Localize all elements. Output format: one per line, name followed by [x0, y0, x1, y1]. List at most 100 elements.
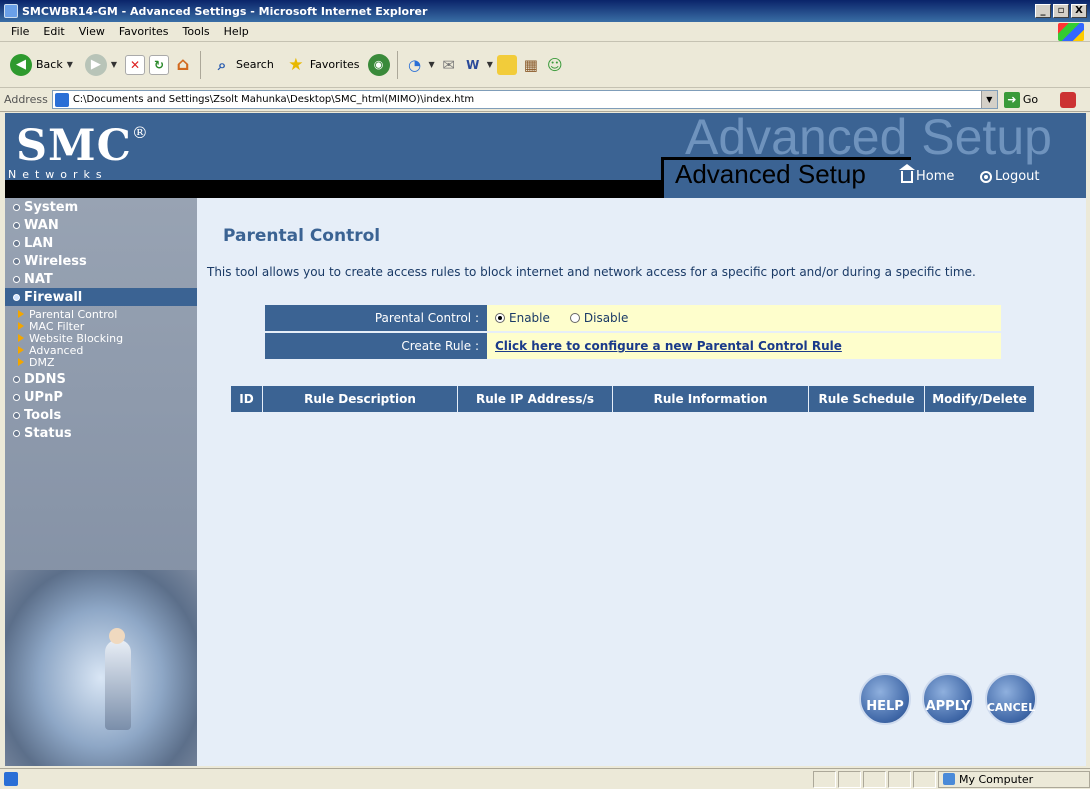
sidebar-subitem-mac-filter[interactable]: MAC Filter — [5, 320, 197, 333]
home-link[interactable]: Home — [899, 163, 955, 184]
bullet-icon — [13, 257, 20, 265]
folder-icon[interactable] — [496, 54, 517, 75]
menu-file[interactable]: File — [4, 25, 36, 38]
sidebar-subitem-advanced[interactable]: Advanced — [5, 344, 197, 357]
menu-favorites[interactable]: Favorites — [112, 25, 176, 38]
address-value: C:\Documents and Settings\Zsolt Mahunka\… — [72, 94, 475, 105]
computer-icon — [943, 773, 955, 785]
favorites-label: Favorites — [309, 58, 360, 71]
messenger-icon[interactable]: ☺ — [545, 55, 565, 75]
apply-button[interactable]: APPLY — [922, 673, 974, 725]
forward-dropdown-icon[interactable]: ▼ — [111, 60, 117, 69]
go-arrow-icon: ➜ — [1003, 91, 1020, 108]
rules-table-header: ID Rule Description Rule IP Address/s Ru… — [231, 386, 1034, 412]
sidebar-photo — [5, 570, 197, 766]
column-header-schedule: Rule Schedule — [809, 386, 925, 412]
bullet-icon — [13, 293, 20, 301]
bullet-icon — [13, 239, 20, 247]
sidebar-item-ddns[interactable]: DDNS — [5, 370, 197, 388]
edit-dropdown-icon[interactable]: ▼ — [487, 60, 493, 69]
search-button[interactable]: ⌕ Search — [208, 53, 278, 77]
sidebar-item-status[interactable]: Status — [5, 424, 197, 442]
zone-label: My Computer — [959, 772, 1034, 786]
search-icon: ⌕ — [217, 55, 227, 74]
smc-logo: SMC® — [16, 121, 149, 171]
cancel-button[interactable]: CANCEL — [985, 673, 1037, 725]
parental-control-label: Parental Control : — [265, 305, 487, 331]
history-dropdown-icon[interactable]: ▼ — [429, 60, 435, 69]
address-bar: Address C:\Documents and Settings\Zsolt … — [0, 88, 1090, 112]
forward-button[interactable]: ▶ ▼ — [81, 52, 121, 78]
page-status-icon — [4, 772, 18, 786]
help-button[interactable]: HELP — [859, 673, 911, 725]
column-header-modify-delete: Modify/Delete — [932, 392, 1027, 406]
windows-logo-icon — [1058, 22, 1084, 41]
create-rule-link[interactable]: Click here to configure a new Parental C… — [495, 339, 842, 353]
status-cell — [913, 770, 936, 788]
column-header-id: ID — [231, 386, 263, 412]
back-button[interactable]: ◀ Back ▼ — [6, 52, 77, 78]
mail-icon[interactable]: ✉ — [439, 55, 459, 75]
research-icon[interactable]: ▦ — [521, 55, 541, 75]
column-header-description: Rule Description — [263, 386, 458, 412]
menu-view[interactable]: View — [72, 25, 112, 38]
banner-title: Advanced Setup — [675, 159, 866, 189]
security-zone: My Computer — [938, 770, 1090, 788]
parental-control-row: Parental Control : Enable Disable — [265, 305, 1001, 331]
forward-arrow-icon: ▶ — [84, 53, 107, 76]
menu-bar: File Edit View Favorites Tools Help — [0, 22, 1090, 42]
sidebar-item-wireless[interactable]: Wireless — [5, 252, 197, 270]
logout-icon — [980, 170, 992, 183]
menu-edit[interactable]: Edit — [36, 25, 71, 38]
triangle-icon — [18, 358, 24, 366]
sidebar-subitem-website-blocking[interactable]: Website Blocking — [5, 332, 197, 345]
page-description: This tool allows you to create access ru… — [207, 265, 976, 279]
browser-toolbar: ◀ Back ▼ ▶ ▼ ✕ ↻ ⌂ ⌕ Search ★ Favorites … — [0, 42, 1090, 88]
address-dropdown-icon[interactable]: ▼ — [980, 91, 997, 108]
home-label: Home — [916, 169, 955, 184]
radio-unselected-icon — [569, 313, 580, 323]
toolbar-extension-icon[interactable] — [1060, 91, 1077, 108]
maximize-button[interactable]: ▫ — [1053, 4, 1069, 18]
bullet-icon — [13, 375, 20, 383]
logout-link[interactable]: Logout — [980, 169, 1040, 184]
minimize-button[interactable]: _ — [1035, 4, 1051, 18]
history-icon[interactable]: ◔ — [405, 55, 425, 75]
home-icon[interactable]: ⌂ — [173, 54, 193, 75]
menu-tools[interactable]: Tools — [176, 25, 217, 38]
sidebar-item-lan[interactable]: LAN — [5, 234, 197, 252]
triangle-icon — [18, 322, 24, 330]
close-button[interactable]: X — [1071, 4, 1087, 18]
sidebar-subitem-parental-control[interactable]: Parental Control — [5, 308, 197, 321]
sidebar-item-nat[interactable]: NAT — [5, 270, 197, 288]
enable-radio[interactable]: Enable — [495, 311, 550, 325]
toolbar-separator — [396, 50, 398, 79]
sidebar-subitem-dmz[interactable]: DMZ — [5, 356, 197, 369]
bullet-icon — [13, 393, 20, 401]
sidebar-item-firewall[interactable]: Firewall — [5, 288, 197, 306]
sidebar-item-system[interactable]: System — [5, 198, 197, 216]
favorites-star-icon: ★ — [288, 54, 304, 75]
status-bar: My Computer — [0, 768, 1090, 789]
window-title: SMCWBR14-GM - Advanced Settings - Micros… — [22, 4, 428, 18]
sidebar-item-tools[interactable]: Tools — [5, 406, 197, 424]
print-icon[interactable]: W — [463, 55, 483, 75]
bullet-icon — [13, 275, 20, 283]
sidebar-item-upnp[interactable]: UPnP — [5, 388, 197, 406]
menu-help[interactable]: Help — [217, 25, 256, 38]
stop-icon[interactable]: ✕ — [125, 54, 146, 75]
address-input[interactable]: C:\Documents and Settings\Zsolt Mahunka\… — [51, 90, 998, 109]
go-button[interactable]: ➜ Go — [1003, 91, 1038, 108]
disable-radio[interactable]: Disable — [569, 311, 628, 325]
refresh-icon[interactable]: ↻ — [149, 54, 170, 75]
create-rule-cell: Click here to configure a new Parental C… — [487, 333, 1001, 359]
media-icon[interactable]: ◉ — [367, 53, 390, 76]
search-label: Search — [236, 58, 274, 71]
favorites-button[interactable]: ★ Favorites — [282, 53, 364, 77]
back-dropdown-icon[interactable]: ▼ — [67, 60, 73, 69]
parental-control-form: Parental Control : Enable Disable Create… — [265, 305, 1001, 361]
back-arrow-icon: ◀ — [10, 53, 32, 76]
triangle-icon — [18, 334, 24, 342]
sidebar-item-wan[interactable]: WAN — [5, 216, 197, 234]
back-label: Back — [36, 58, 63, 71]
